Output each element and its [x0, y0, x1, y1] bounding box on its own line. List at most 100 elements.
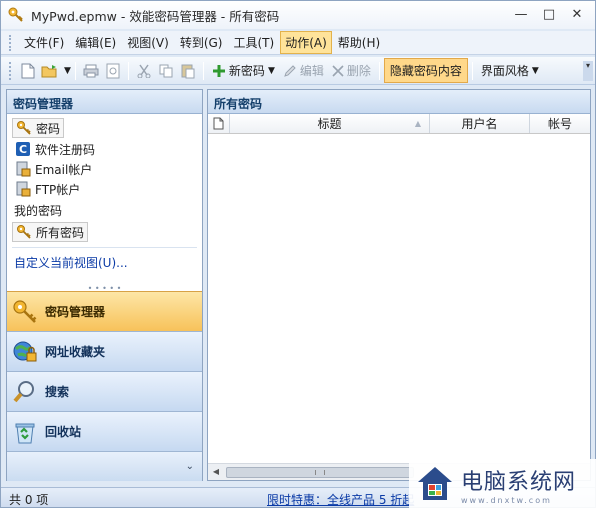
pencil-icon [284, 64, 296, 77]
menu-edit[interactable]: 编辑(E) [70, 31, 121, 54]
toolbar-separator [471, 61, 473, 80]
recycle-bin-icon [11, 418, 39, 446]
category-item-ftp[interactable]: FTP帐户 [12, 179, 197, 199]
interface-style-button[interactable]: 界面风格 ▼ [477, 60, 543, 81]
category-label: FTP帐户 [35, 182, 81, 197]
nav-favorites-button[interactable]: 网址收藏夹 [7, 331, 202, 371]
title-bar: MyPwd.epmw - 效能密码管理器 - 所有密码 — □ ✕ [1, 1, 595, 29]
key-icon [16, 120, 32, 136]
app-window: MyPwd.epmw - 效能密码管理器 - 所有密码 — □ ✕ 文件(F) … [0, 0, 596, 508]
ftp-account-icon [15, 181, 31, 197]
column-account[interactable]: 帐号 [530, 114, 590, 133]
right-panel-header: 所有密码 [208, 90, 590, 114]
menu-tools[interactable]: 工具(T) [228, 31, 279, 54]
all-passwords-item[interactable]: 所有密码 [12, 222, 89, 242]
toolbar-separator [127, 61, 129, 80]
toolbar-separator [74, 61, 76, 80]
open-folder-icon[interactable] [39, 60, 61, 82]
open-dropdown-icon[interactable]: ▼ [64, 66, 71, 76]
watermark-url: www.dnxtw.com [461, 495, 552, 505]
site-watermark: 电脑系统网 www.dnxtw.com [409, 459, 596, 508]
left-navigation-panel: 密码管理器 密码 C 软件注册码 Email帐户 FTP帐户 我的密码 所有密码… [6, 89, 203, 481]
category-label: Email帐户 [35, 162, 93, 177]
nav-button-label: 网址收藏夹 [45, 345, 106, 359]
menu-grip[interactable] [9, 34, 13, 51]
category-item-email[interactable]: Email帐户 [12, 159, 197, 179]
my-passwords-label: 我的密码 [14, 204, 63, 218]
minimize-button[interactable]: — [507, 3, 535, 25]
nav-recycle-bin-button[interactable]: 回收站 [7, 411, 202, 451]
column-title-label: 标题 [317, 117, 342, 131]
new-file-icon[interactable] [17, 60, 39, 82]
nav-password-manager-button[interactable]: 密码管理器 [7, 291, 202, 331]
plus-icon [212, 64, 225, 77]
edit-button[interactable]: 编辑 [279, 60, 328, 81]
magnifier-icon [11, 378, 39, 406]
promo-link[interactable]: 限时特惠：全线产品 5 折起 [267, 491, 414, 508]
hide-password-content-button[interactable]: 隐藏密码内容 [383, 58, 468, 83]
chevron-down-icon[interactable]: ▼ [268, 66, 275, 76]
menu-goto[interactable]: 转到(G) [175, 31, 228, 54]
nav-button-label: 回收站 [45, 425, 82, 439]
nav-button-label: 密码管理器 [45, 305, 106, 319]
copy-icon[interactable] [155, 60, 177, 82]
globe-lock-icon [11, 338, 39, 366]
delete-button[interactable]: 删除 [328, 60, 375, 81]
interface-style-label: 界面风格 [480, 64, 529, 78]
toolbar-overflow-button[interactable]: ▾ [583, 61, 593, 81]
chevron-down-icon[interactable]: ⌄ [186, 461, 194, 472]
new-password-label: 新密码 [228, 64, 265, 78]
scrollbar-grip [315, 470, 325, 475]
window-title: MyPwd.epmw - 效能密码管理器 - 所有密码 [31, 8, 280, 24]
key-app-icon [8, 7, 23, 22]
chevron-down-icon: ▼ [531, 65, 539, 76]
nav-search-button[interactable]: 搜索 [7, 371, 202, 411]
email-account-icon [15, 161, 31, 177]
scrollbar-thumb[interactable] [226, 467, 414, 478]
left-panel-header: 密码管理器 [7, 90, 202, 114]
category-label: 软件注册码 [35, 142, 96, 157]
item-count: 共 0 项 [9, 493, 49, 507]
grid-body[interactable] [208, 135, 590, 463]
svg-text:C: C [19, 143, 27, 156]
nav-configure-bar[interactable]: ⌄ [7, 451, 202, 481]
customize-view-link[interactable]: 自定义当前视图(U)... [12, 252, 197, 273]
maximize-button[interactable]: □ [535, 3, 563, 25]
new-password-button[interactable]: 新密码 ▼ [208, 60, 279, 81]
grid-header: 标题 ▲ 用户名 帐号 [208, 114, 590, 134]
watermark-title: 电脑系统网 [461, 469, 577, 495]
divider [12, 247, 197, 248]
key-icon [16, 224, 32, 240]
document-icon [213, 117, 224, 130]
key-icon [11, 298, 39, 326]
print-icon[interactable] [80, 60, 102, 82]
column-title[interactable]: 标题 ▲ [230, 114, 430, 133]
close-button[interactable]: ✕ [563, 3, 591, 25]
toolbar-grip[interactable] [9, 61, 13, 80]
toolbar: ▼ 新密码 ▼ 编辑 删除 隐藏密码内容 界面风格 ▼ ▾ [1, 57, 595, 85]
column-type-icon[interactable] [208, 114, 230, 133]
category-label: 密码 [36, 121, 61, 136]
menu-help[interactable]: 帮助(H) [333, 31, 385, 54]
software-c-icon: C [15, 141, 31, 157]
category-item-software[interactable]: C 软件注册码 [12, 139, 197, 159]
column-username[interactable]: 用户名 [430, 114, 530, 133]
house-logo-icon [418, 467, 452, 500]
nav-buttons: 密码管理器 网址收藏夹 搜索 回收站 ⌄ [7, 291, 202, 481]
paste-icon[interactable] [177, 60, 199, 82]
password-list-panel: 所有密码 标题 ▲ 用户名 帐号 ◀ [207, 89, 591, 481]
scroll-left-icon[interactable]: ◀ [210, 466, 222, 478]
all-passwords-label: 所有密码 [36, 225, 85, 240]
cut-icon[interactable] [133, 60, 155, 82]
category-item-password[interactable]: 密码 [12, 118, 65, 138]
menu-bar: 文件(F) 编辑(E) 视图(V) 转到(G) 工具(T) 动作(A) 帮助(H… [1, 31, 595, 55]
sort-ascending-icon: ▲ [414, 119, 421, 128]
print-preview-icon[interactable] [102, 60, 124, 82]
delete-x-icon [332, 64, 344, 77]
delete-label: 删除 [346, 64, 371, 78]
menu-view[interactable]: 视图(V) [122, 31, 174, 54]
edit-label: 编辑 [299, 64, 324, 78]
menu-action[interactable]: 动作(A) [280, 31, 332, 54]
menu-file[interactable]: 文件(F) [19, 31, 69, 54]
toolbar-separator [202, 61, 204, 80]
